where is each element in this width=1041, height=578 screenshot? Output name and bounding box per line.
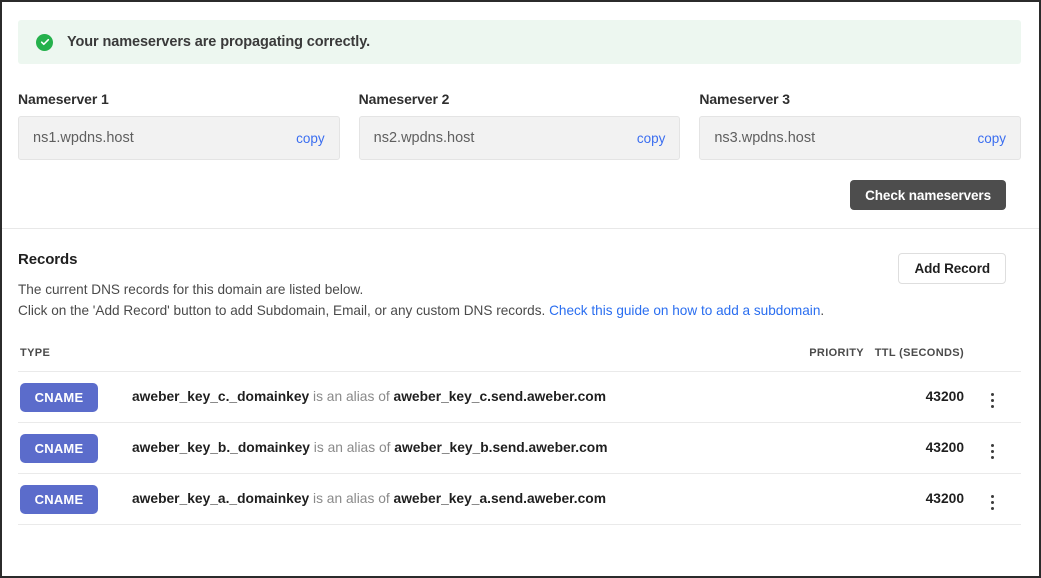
nameserver-fields: Nameserver 1 ns1.wpdns.host copy Nameser… xyxy=(18,91,1022,160)
table-row: CNAME aweber_key_b._domainkey is an alia… xyxy=(18,423,1021,474)
banner-message: Your nameservers are propagating correct… xyxy=(67,34,371,50)
records-description-prefix: Click on the 'Add Record' button to add … xyxy=(18,303,550,318)
record-type-badge: CNAME xyxy=(20,433,98,463)
kebab-menu-icon[interactable] xyxy=(981,440,1004,463)
record-detail-text: aweber_key_c._domainkey is an alias of a… xyxy=(132,389,606,404)
add-subdomain-guide-link[interactable]: Check this guide on how to add a subdoma… xyxy=(549,303,820,318)
check-circle-icon xyxy=(36,33,53,51)
record-target: aweber_key_b.send.aweber.com xyxy=(394,440,608,455)
table-row: CNAME aweber_key_a._domainkey is an alia… xyxy=(18,474,1021,525)
records-header-text: Records The current DNS records for this… xyxy=(18,251,824,321)
nameserver-2-field[interactable]: ns2.wpdns.host copy xyxy=(358,116,681,160)
record-relation: is an alias of xyxy=(309,491,394,506)
records-header: Records The current DNS records for this… xyxy=(18,251,1021,321)
table-row: CNAME aweber_key_c._domainkey is an alia… xyxy=(18,372,1021,423)
nameserver-3-group: Nameserver 3 ns3.wpdns.host copy xyxy=(699,91,1022,160)
record-type-badge: CNAME xyxy=(20,382,98,412)
record-name: aweber_key_b._domainkey xyxy=(132,440,310,455)
nameserver-1-value: ns1.wpdns.host xyxy=(33,130,134,146)
record-type-cell: CNAME xyxy=(18,382,118,412)
record-target: aweber_key_c.send.aweber.com xyxy=(393,389,606,404)
record-detail-text: aweber_key_b._domainkey is an alias of a… xyxy=(132,440,608,455)
record-type-badge: CNAME xyxy=(20,484,98,514)
record-name: aweber_key_a._domainkey xyxy=(132,491,310,506)
nameserver-1-group: Nameserver 1 ns1.wpdns.host copy xyxy=(18,91,340,160)
nameserver-status-banner: Your nameservers are propagating correct… xyxy=(18,20,1021,64)
nameserver-1-copy-link[interactable]: copy xyxy=(296,131,325,146)
record-detail-cell: aweber_key_c._domainkey is an alias of a… xyxy=(118,388,772,406)
record-ttl-value: 43200 xyxy=(925,491,964,506)
nameserver-3-copy-link[interactable]: copy xyxy=(977,131,1006,146)
nameserver-1-label: Nameserver 1 xyxy=(18,91,109,107)
dns-settings-page: Your nameservers are propagating correct… xyxy=(0,0,1041,578)
record-name: aweber_key_c._domainkey xyxy=(132,389,310,404)
nameserver-2-copy-link[interactable]: copy xyxy=(637,131,666,146)
record-detail-cell: aweber_key_a._domainkey is an alias of a… xyxy=(118,490,772,508)
column-header-priority: PRIORITY xyxy=(809,347,864,359)
column-header-ttl: TTL (SECONDS) xyxy=(874,347,964,359)
record-relation: is an alias of xyxy=(309,389,394,404)
check-nameservers-button[interactable]: Check nameservers xyxy=(850,180,1006,210)
record-ttl-value: 43200 xyxy=(925,440,964,455)
records-description-line-1: The current DNS records for this domain … xyxy=(18,282,364,297)
record-menu-cell xyxy=(964,434,1021,463)
nameserver-3-label: Nameserver 3 xyxy=(699,91,790,107)
records-description-line-2: Click on the 'Add Record' button to add … xyxy=(18,300,824,321)
record-ttl-cell: 43200 xyxy=(864,439,964,457)
records-title: Records xyxy=(18,251,78,268)
add-record-button[interactable]: Add Record xyxy=(898,253,1006,284)
table-header-row: TYPE PRIORITY TTL (SECONDS) xyxy=(18,347,1021,372)
check-nameservers-row: Check nameservers xyxy=(18,180,1021,210)
record-relation: is an alias of xyxy=(309,440,395,455)
nameservers-section: Your nameservers are propagating correct… xyxy=(2,2,1039,229)
record-type-cell: CNAME xyxy=(18,484,118,514)
kebab-menu-icon[interactable] xyxy=(981,491,1004,514)
nameserver-2-group: Nameserver 2 ns2.wpdns.host copy xyxy=(358,91,681,160)
nameserver-3-field[interactable]: ns3.wpdns.host copy xyxy=(699,116,1022,160)
record-menu-cell xyxy=(964,383,1021,412)
record-detail-cell: aweber_key_b._domainkey is an alias of a… xyxy=(118,439,772,457)
record-type-cell: CNAME xyxy=(18,433,118,463)
column-header-type: TYPE xyxy=(20,347,51,359)
record-menu-cell xyxy=(964,485,1021,514)
record-ttl-cell: 43200 xyxy=(864,388,964,406)
nameserver-1-field[interactable]: ns1.wpdns.host copy xyxy=(18,116,340,160)
records-section: Records The current DNS records for this… xyxy=(2,229,1039,525)
record-detail-text: aweber_key_a._domainkey is an alias of a… xyxy=(132,491,606,506)
kebab-menu-icon[interactable] xyxy=(981,389,1004,412)
record-ttl-cell: 43200 xyxy=(864,490,964,508)
nameserver-2-label: Nameserver 2 xyxy=(358,91,450,107)
nameserver-2-value: ns2.wpdns.host xyxy=(373,130,475,146)
records-description-suffix: . xyxy=(820,303,825,318)
dns-records-table: TYPE PRIORITY TTL (SECONDS) CNAME aweber… xyxy=(18,347,1021,525)
nameserver-3-value: ns3.wpdns.host xyxy=(714,130,816,146)
record-ttl-value: 43200 xyxy=(925,389,964,404)
record-target: aweber_key_a.send.aweber.com xyxy=(393,491,606,506)
